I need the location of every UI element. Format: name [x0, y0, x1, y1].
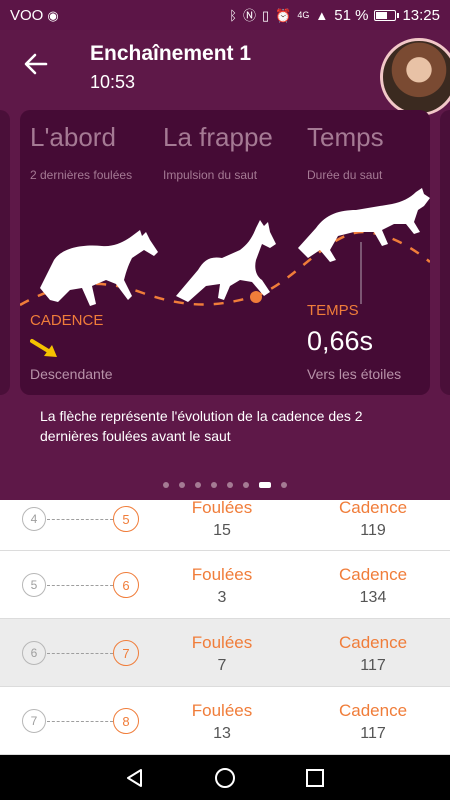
- home-circle-icon: [215, 767, 235, 788]
- column-title-takeoff: La frappe: [163, 122, 273, 152]
- list-item[interactable]: 7 8 Foulées 13 Cadence 117: [0, 687, 450, 755]
- nav-recents-button[interactable]: [302, 765, 328, 791]
- cadence-column-label: Cadence: [338, 633, 408, 652]
- recents-square-icon: [306, 768, 324, 787]
- horse-jump-icon: [298, 188, 430, 262]
- temps-label: TEMPS: [307, 302, 359, 319]
- pagination-dots[interactable]: [0, 482, 450, 488]
- explanation-text: La flèche représente l'évolution de la c…: [40, 408, 363, 444]
- foulees-label: Foulées: [191, 701, 253, 720]
- nav-home-button[interactable]: [212, 765, 238, 791]
- system-navigation-bar: [0, 755, 450, 800]
- page-subtitle: 10:53: [90, 72, 136, 92]
- messenger-icon: ◉: [47, 7, 59, 23]
- column-desc-takeoff: Impulsion du saut: [163, 168, 258, 182]
- from-obstacle-badge: 6: [22, 641, 46, 665]
- status-right: ᛒ Ⓝ ▯ ⏰ 4G ▲ 51 % 13:25: [229, 7, 440, 24]
- status-bar: VOO ◉ ᛒ Ⓝ ▯ ⏰ 4G ▲ 51 % 13:25: [0, 0, 450, 30]
- temps-description: Vers les étoiles: [307, 366, 402, 382]
- bluetooth-icon: ᛒ: [229, 7, 237, 23]
- status-left: VOO ◉: [10, 7, 59, 24]
- cadence-column-value: 119: [360, 522, 386, 539]
- list-item[interactable]: 4 5 Foulées 15 Cadence 119: [0, 500, 450, 551]
- connector-line: [47, 519, 113, 520]
- to-obstacle-badge: 5: [113, 506, 139, 532]
- from-obstacle-badge: 5: [22, 573, 46, 597]
- foulees-value: 3: [217, 589, 227, 606]
- column-desc-approach: 2 dernières foulées: [30, 168, 133, 182]
- signal-icon: ▲: [315, 7, 329, 23]
- carrier-name: VOO: [10, 6, 44, 24]
- temps-value: 0,66s: [307, 326, 374, 356]
- next-card-edge[interactable]: [440, 110, 450, 395]
- from-obstacle-badge: 4: [22, 507, 46, 531]
- page-title: Enchaînement 1: [90, 42, 252, 65]
- takeoff-point: [250, 291, 262, 303]
- to-obstacle-badge: 8: [113, 708, 139, 734]
- horse-takeoff-icon: [176, 220, 276, 302]
- nav-back-button[interactable]: [122, 765, 148, 791]
- foulees-value: 13: [213, 725, 231, 742]
- nfc-icon: Ⓝ: [243, 7, 257, 23]
- connector-line: [47, 721, 113, 722]
- to-obstacle-badge: 6: [113, 572, 139, 598]
- header-panel: Enchaînement 1 10:53 L'abord 2 dernières…: [0, 30, 450, 500]
- cadence-value: Descendante: [30, 366, 113, 382]
- battery-fill: [376, 11, 387, 19]
- connector-line: [47, 585, 113, 586]
- cadence-column-value: 134: [359, 589, 387, 606]
- foulees-label: Foulées: [191, 565, 253, 584]
- list-item[interactable]: 5 6 Foulées 3 Cadence 134: [0, 551, 450, 619]
- horse-approach-icon: [40, 230, 158, 306]
- cadence-column-label: Cadence: [338, 565, 408, 584]
- page-dot[interactable]: [227, 482, 233, 488]
- foulees-value: 15: [213, 522, 231, 539]
- list-item[interactable]: 6 7 Foulées 7 Cadence 117: [0, 619, 450, 687]
- jump-analysis-card[interactable]: L'abord 2 dernières foulées La frappe Im…: [20, 110, 430, 395]
- page-dot[interactable]: [195, 482, 201, 488]
- descending-arrow-icon: [30, 339, 57, 357]
- jump-list: 4 5 Foulées 15 Cadence 119 5 6 Foulées 3…: [0, 500, 450, 755]
- to-obstacle-badge: 7: [113, 640, 139, 666]
- foulees-value: 7: [217, 657, 227, 674]
- back-arrow-icon[interactable]: [22, 50, 50, 78]
- connector-line: [47, 653, 113, 654]
- previous-card-edge[interactable]: [0, 110, 10, 395]
- page-dot[interactable]: [243, 482, 249, 488]
- avatar[interactable]: [380, 38, 450, 116]
- back-triangle-icon: [127, 768, 142, 787]
- page-dot[interactable]: [211, 482, 217, 488]
- alarm-icon: ⏰: [275, 7, 292, 23]
- page-dot-active[interactable]: [259, 482, 271, 488]
- cadence-column-label: Cadence: [338, 500, 408, 517]
- page-dot[interactable]: [179, 482, 185, 488]
- cadence-column-value: 117: [360, 657, 386, 674]
- clock: 13:25: [402, 6, 440, 24]
- column-title-time: Temps: [307, 122, 384, 152]
- from-obstacle-badge: 7: [22, 709, 46, 733]
- foulees-label: Foulées: [191, 633, 253, 652]
- battery-percent: 51 %: [334, 6, 369, 24]
- network-type: 4G: [297, 9, 310, 20]
- column-title-approach: L'abord: [30, 122, 116, 152]
- vibrate-icon: ▯: [262, 7, 270, 23]
- cadence-label: CADENCE: [30, 312, 104, 329]
- cadence-column-value: 117: [360, 725, 386, 742]
- page-dot[interactable]: [163, 482, 169, 488]
- foulees-label: Foulées: [191, 500, 253, 517]
- battery-icon: [374, 9, 400, 21]
- column-desc-time: Durée du saut: [307, 168, 383, 182]
- cadence-column-label: Cadence: [338, 701, 408, 720]
- page-dot[interactable]: [281, 482, 287, 488]
